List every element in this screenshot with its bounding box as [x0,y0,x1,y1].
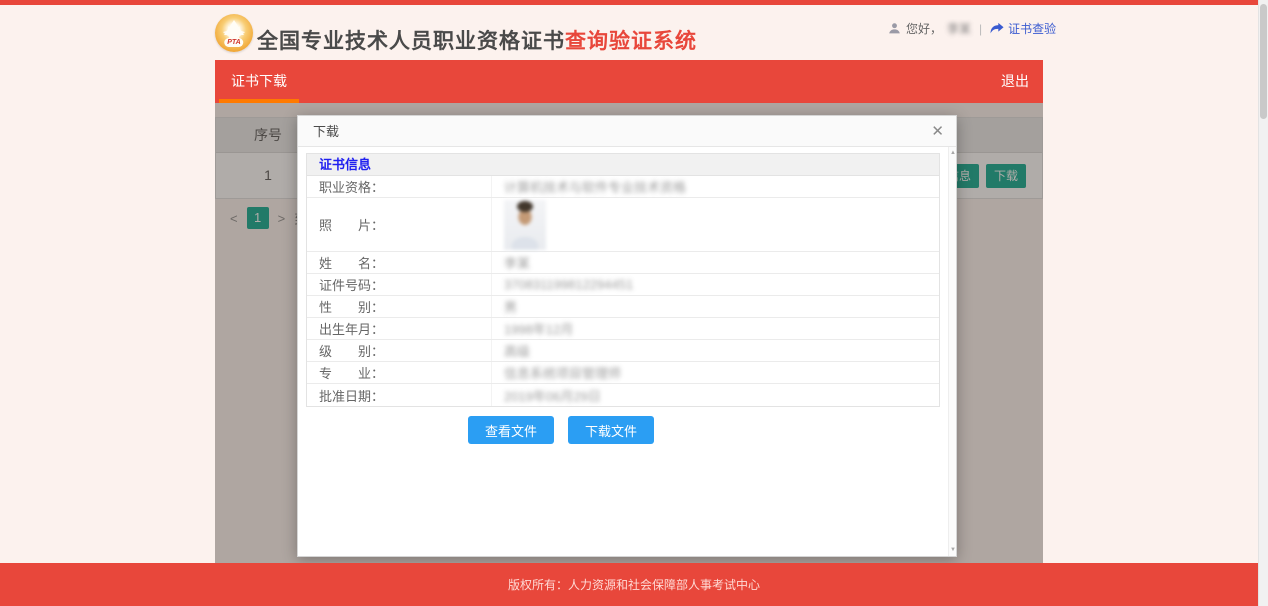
share-arrow-icon [990,22,1004,35]
field-value: 计算机技术与软件专业技术资格 [492,177,939,196]
field-value: 1998年12月 [492,319,939,338]
download-modal: 下载 ✕ 证书信息 职业资格： 计算机技术与软件专业技术资格 照 片： 姓 名：… [297,115,957,557]
cert-info-table: 证书信息 职业资格： 计算机技术与软件专业技术资格 照 片： 姓 名： 李某 证… [306,153,940,407]
field-label: 专 业： [307,362,492,383]
tab-cert-download-label: 证书下载 [231,73,287,89]
field-value [492,198,939,252]
modal-body: 证书信息 职业资格： 计算机技术与软件专业技术资格 照 片： 姓 名： 李某 证… [298,147,948,556]
download-file-button[interactable]: 下载文件 [568,416,654,444]
scrollbar-thumb[interactable] [1260,4,1267,119]
modal-buttons: 查看文件 下载文件 [306,416,940,444]
field-row-gender: 性 别： 男 [307,296,939,318]
field-row-photo: 照 片： [307,198,939,252]
field-value: 男 [492,297,939,316]
field-label: 批准日期： [307,384,492,406]
field-row-name: 姓 名： 李某 [307,252,939,274]
field-row-approval-date: 批准日期： 2019年06月29日 [307,384,939,406]
field-label: 性 别： [307,296,492,317]
site-title-accent: 查询验证系统 [565,30,697,53]
user-greeting: 您好， [906,20,942,37]
field-value: 信息系统项目管理师 [492,363,939,382]
logout-button[interactable]: 退出 [1001,60,1029,103]
field-row-birth: 出生年月： 1998年12月 [307,318,939,340]
copyright-text: 版权所有：人力资源和社会保障部人事考试中心 [508,576,760,593]
site-title: 全国专业技术人员职业资格证书查询验证系统 [257,25,697,55]
field-value: 2019年06月29日 [492,386,939,405]
field-label: 出生年月： [307,318,492,339]
cert-verify-link[interactable]: 证书查验 [990,20,1056,37]
browser-scrollbar[interactable] [1258,0,1268,606]
user-icon [888,22,901,35]
scroll-up-icon[interactable]: ▲ [949,150,957,156]
site-header: PTA 全国专业技术人员职业资格证书查询验证系统 您好， 李某 | 证书查验 [0,5,1268,60]
user-name: 李某 [947,20,971,37]
field-label: 姓 名： [307,252,492,273]
modal-scrollbar[interactable]: ▲ ▼ [948,147,956,556]
page-footer: 版权所有：人力资源和社会保障部人事考试中心 [0,563,1268,606]
site-title-main: 全国专业技术人员职业资格证书 [257,30,565,53]
id-photo [504,200,546,250]
cert-verify-label: 证书查验 [1008,20,1056,37]
tab-cert-download[interactable]: 证书下载 [215,60,303,103]
user-bar: 您好，李某 | 证书查验 [888,20,1048,37]
modal-titlebar: 下载 ✕ [298,116,956,147]
modal-title: 下载 [313,124,339,139]
field-row-level: 级 别： 高级 [307,340,939,362]
pta-logo: PTA [215,14,253,52]
field-row-qualification: 职业资格： 计算机技术与软件专业技术资格 [307,176,939,198]
cert-info-section-title: 证书信息 [307,154,939,176]
field-label: 级 别： [307,340,492,361]
view-file-button[interactable]: 查看文件 [468,416,554,444]
logo-pta-text: PTA [224,38,243,47]
scroll-down-icon[interactable]: ▼ [949,547,957,553]
close-icon[interactable]: ✕ [931,116,944,147]
field-value: 370831199812294451 [492,277,939,292]
field-label: 证件号码： [307,274,492,295]
field-label: 职业资格： [307,176,492,197]
field-row-id-number: 证件号码： 370831199812294451 [307,274,939,296]
field-value: 高级 [492,341,939,360]
field-value: 李某 [492,253,939,272]
field-row-major: 专 业： 信息系统项目管理师 [307,362,939,384]
userbar-separator: | [979,22,982,36]
field-label: 照 片： [307,198,492,251]
main-navbar: 证书下载 退出 [215,60,1043,103]
